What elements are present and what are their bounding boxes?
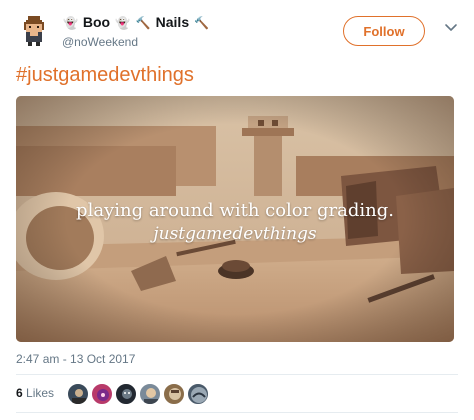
display-name-part-2: Nails (155, 14, 190, 30)
tweet-text[interactable]: #justgamedevthings (16, 64, 194, 87)
liker-avatar[interactable] (187, 383, 209, 405)
media-caption-line-2: justgamedevthings (153, 224, 317, 244)
chevron-down-icon[interactable] (443, 20, 459, 36)
display-name[interactable]: 👻 Boo 👻 🔨 Nails 🔨 (62, 14, 210, 30)
likes-count[interactable]: 6 Likes (16, 386, 54, 400)
liker-avatar[interactable] (91, 383, 113, 405)
hammer-icon: 🔨 (135, 16, 151, 30)
liker-avatar[interactable] (139, 383, 161, 405)
follow-button[interactable]: Follow (343, 16, 425, 46)
likes-number: 6 (16, 386, 23, 400)
avatar[interactable] (16, 12, 52, 48)
divider (16, 374, 458, 375)
likes-label: Likes (26, 386, 55, 400)
tweet-timestamp[interactable]: 2:47 am - 13 Oct 2017 (16, 352, 135, 366)
ghost-icon: 👻 (63, 16, 78, 30)
liker-avatar[interactable] (67, 383, 89, 405)
hammer-icon: 🔨 (194, 16, 209, 30)
name-block: 👻 Boo 👻 🔨 Nails 🔨 @noWeekend (62, 14, 210, 49)
ghost-icon: 👻 (114, 16, 130, 30)
divider (16, 412, 458, 413)
display-name-part-1: Boo (82, 14, 111, 30)
liker-avatar[interactable] (163, 383, 185, 405)
handle[interactable]: @noWeekend (62, 35, 210, 49)
media-caption-line-1: playing around with color grading. (76, 200, 394, 221)
tweet-media[interactable]: playing around with color grading. justg… (16, 96, 454, 342)
tweet-header: 👻 Boo 👻 🔨 Nails 🔨 @noWeekend Follow (16, 12, 458, 52)
liker-avatar[interactable] (115, 383, 137, 405)
